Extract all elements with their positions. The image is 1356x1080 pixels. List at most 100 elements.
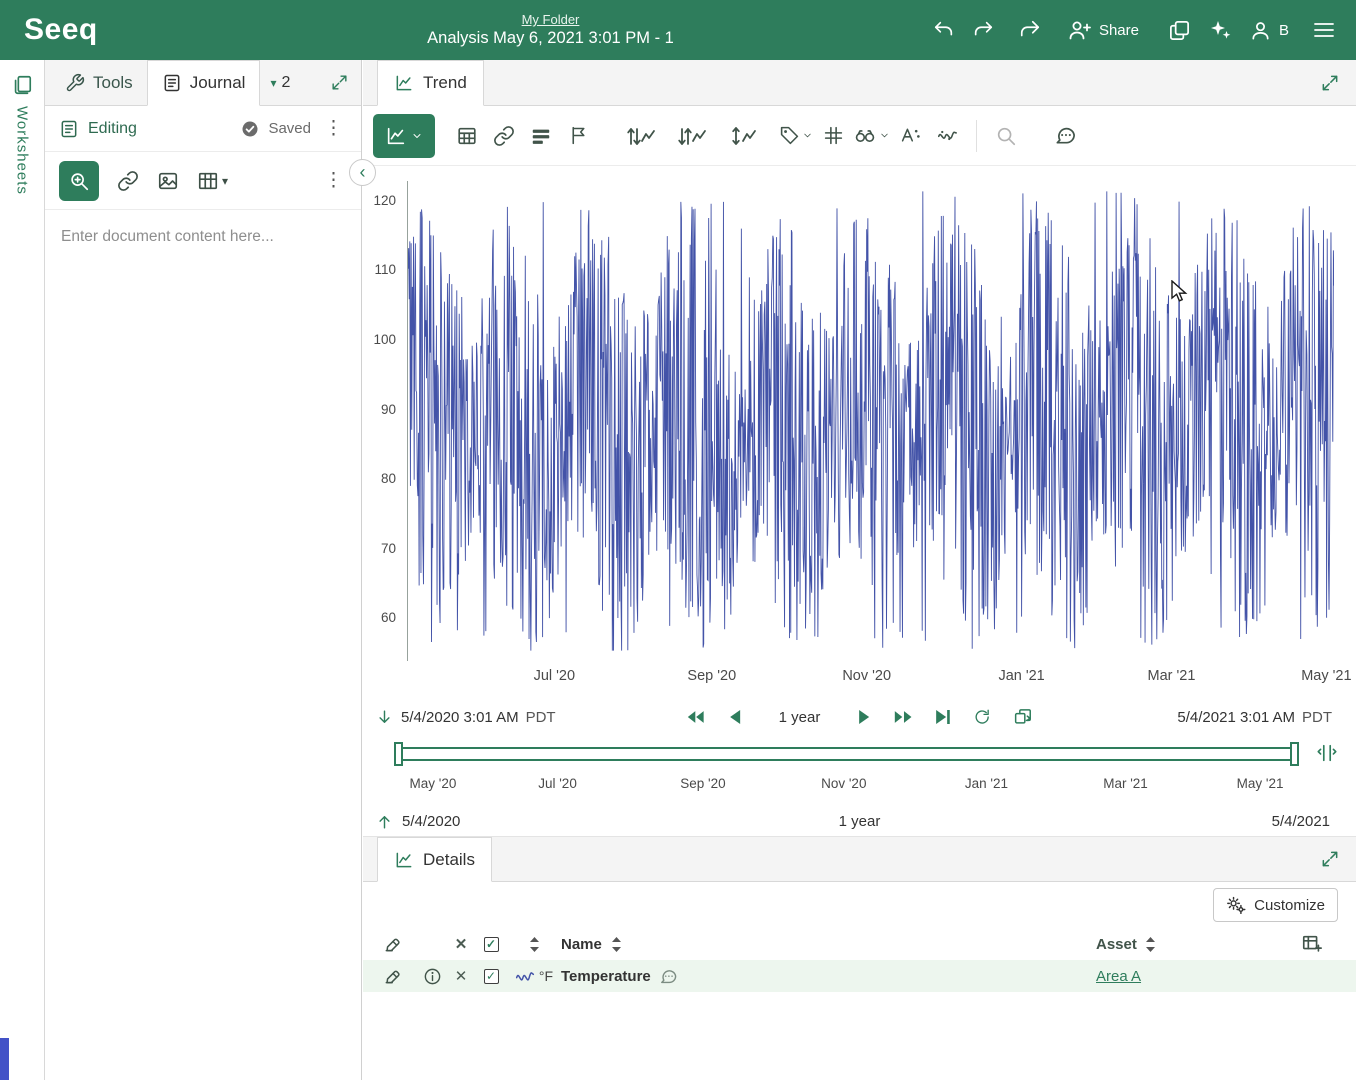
details-header-row: ✕ ✓ Name Asset [363,928,1356,960]
item-info-icon[interactable] [417,967,447,986]
saved-check-icon [241,120,259,138]
step-forward-half-icon[interactable] [858,709,871,725]
display-duration[interactable]: 1 year [779,709,821,726]
chain-view-button[interactable] [487,119,521,153]
start-anchor-icon[interactable] [375,708,394,727]
range-anchor-icon[interactable] [375,812,394,831]
range-slider[interactable] [395,747,1298,761]
journal-count-dropdown[interactable]: ▾ 2 [260,60,300,105]
gridlines-button[interactable] [816,119,850,153]
chevron-down-icon: ▾ [270,76,276,90]
x-tick-label: May '21 [1301,668,1351,684]
expand-details-icon[interactable] [1320,849,1340,869]
ai-assistant-icon[interactable] [1208,18,1232,42]
asset-column-header[interactable]: Asset [1096,936,1137,953]
table-view-button[interactable] [450,119,484,153]
insert-link-button[interactable] [117,170,139,192]
insert-item-link-button[interactable] [59,161,99,201]
chart-type-button[interactable] [373,114,435,158]
journal-kebab-menu[interactable]: ⋮ [320,117,347,140]
one-lane-button[interactable] [624,119,658,153]
undo-icon[interactable] [933,19,955,41]
redo-icon[interactable] [972,19,994,41]
binoculars-icon [853,125,877,147]
panel-tabbar: Tools Journal ▾ 2 [45,60,361,106]
item-name[interactable]: Temperature [561,968,651,985]
select-all-checkbox[interactable]: ✓ [475,937,507,952]
worksheets-tab[interactable]: Worksheets [0,60,44,195]
labels-dropdown-button[interactable] [779,119,813,153]
x-axis[interactable]: Jul '20Sep '20Nov '20Jan '21Mar '21May '… [407,668,1334,692]
details-row-temperature[interactable]: ✕ ✓ °F Temperature Area A [363,960,1356,992]
trend-chart-area[interactable]: 12011010090807060 Jul '20Sep '20Nov '20J… [363,166,1356,698]
breadcrumb[interactable]: My Folder [522,12,580,27]
item-checkbox[interactable]: ✓ [475,969,507,984]
expand-trend-icon[interactable] [1320,73,1340,93]
step-to-end-icon[interactable] [935,709,951,725]
add-column-icon[interactable] [1286,933,1338,955]
eraser-icon[interactable] [383,966,417,986]
journal-toolbar-kebab[interactable]: ⋮ [320,169,347,192]
step-back-full-icon[interactable] [686,709,706,725]
range-start[interactable]: 5/4/2020 [402,813,460,830]
samples-button[interactable] [930,119,964,153]
display-end[interactable]: 5/4/2021 3:01 AM [1177,709,1295,726]
user-menu[interactable]: B [1249,19,1289,42]
sort-icon[interactable] [507,937,561,952]
display-range-controls: 5/4/2020 3:01 AM PDT 1 year 5/4/2021 3:0… [363,698,1356,736]
worksheets-label: Worksheets [14,106,31,195]
journal-toolbar: ▾ ⋮ [45,152,361,210]
range-slider-left-handle[interactable] [394,742,403,766]
collapse-panel-button[interactable]: ‹ [349,159,376,186]
tab-tools[interactable]: Tools [51,60,147,105]
separate-lanes-button[interactable] [675,119,709,153]
dimming-button[interactable] [561,119,595,153]
display-start[interactable]: 5/4/2020 3:01 AM [401,709,519,726]
range-slider-right-handle[interactable] [1290,742,1299,766]
hamburger-menu-icon[interactable] [1312,18,1336,42]
temperature-series[interactable] [408,191,1334,650]
magnifier-icon [995,125,1017,147]
share-forward-icon[interactable] [1019,19,1041,41]
zoom-button[interactable] [989,119,1023,153]
capsule-time-button[interactable] [524,119,558,153]
insert-table-button[interactable]: ▾ [197,170,228,192]
range-duration[interactable]: 1 year [839,813,881,830]
table-icon [197,170,219,192]
comment-bubble-icon[interactable] [659,967,678,986]
details-tab-label: Details [423,850,475,870]
copy-range-icon[interactable] [1013,707,1033,727]
tab-trend[interactable]: Trend [377,60,484,106]
step-forward-full-icon[interactable] [893,709,913,725]
y-axis[interactable]: 12011010090807060 [363,181,400,661]
share-button[interactable]: Share [1068,18,1139,42]
duplicate-worksheet-icon[interactable] [1168,19,1191,42]
journal-editor[interactable]: Enter document content here... [45,210,361,264]
slider-tick-label: Jul '20 [538,776,577,791]
expand-journal-icon[interactable] [330,73,349,92]
shared-axis-button[interactable] [726,119,760,153]
annotate-button[interactable] [1048,119,1082,153]
refresh-icon[interactable] [973,708,991,726]
step-back-half-icon[interactable] [728,709,741,725]
sort-icon[interactable] [610,937,623,952]
tab-details[interactable]: Details [377,837,492,882]
fit-range-icon[interactable] [1316,742,1338,764]
grid-icon [823,125,844,146]
insert-image-button[interactable] [157,170,179,192]
journal-icon [162,73,182,93]
remove-all-icon[interactable]: ✕ [447,935,475,953]
customize-button[interactable]: Customize [1213,888,1338,922]
trend-plot[interactable] [407,181,1334,661]
name-column-header[interactable]: Name [561,936,602,953]
range-end[interactable]: 5/4/2021 [1272,813,1330,830]
tab-journal[interactable]: Journal [147,60,261,106]
eraser-icon[interactable] [383,934,417,954]
seeq-logo[interactable]: Seeq [0,13,122,47]
item-asset-link[interactable]: Area A [1096,968,1141,985]
compare-view-button[interactable] [853,119,890,153]
sort-icon[interactable] [1144,937,1157,952]
link-icon [493,125,515,147]
remove-item-icon[interactable]: ✕ [447,967,475,985]
value-labels-button[interactable] [893,119,927,153]
